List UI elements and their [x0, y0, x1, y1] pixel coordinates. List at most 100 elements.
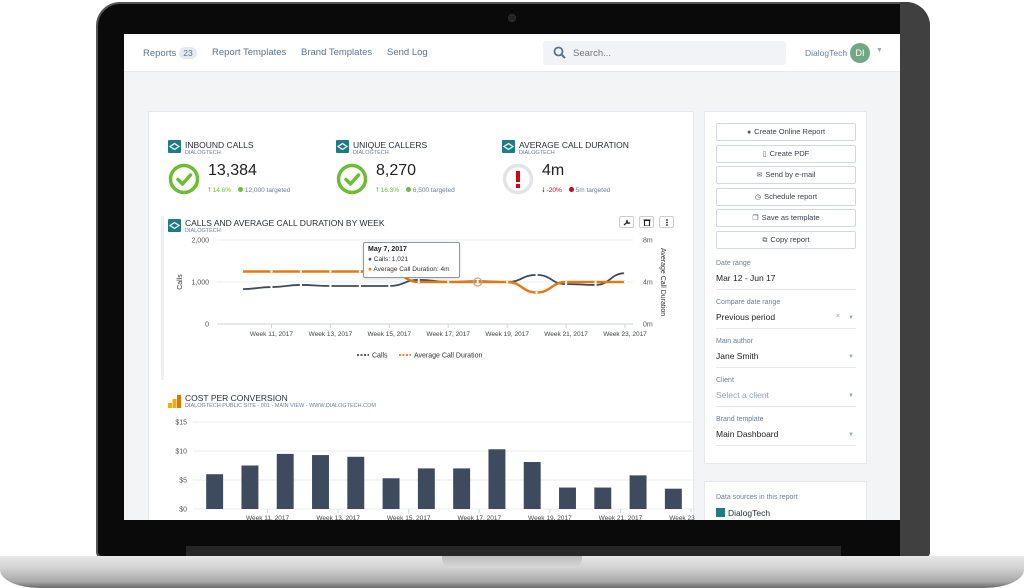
bar[interactable] [559, 487, 576, 509]
search-input[interactable] [573, 45, 773, 61]
data-point[interactable] [594, 280, 597, 284]
report-sidebar: ● Create Online Report ▯ Create PDF ✉ Send by… [704, 111, 867, 464]
bar[interactable] [523, 462, 541, 509]
field-value: Mar 12 - Jun 17 [716, 273, 776, 283]
bar[interactable] [241, 465, 259, 510]
data-point[interactable] [388, 284, 391, 288]
delete-button[interactable] [639, 216, 654, 228]
data-point[interactable] [358, 270, 362, 273]
button-label: Create Online Report [754, 127, 826, 136]
bar[interactable] [664, 488, 682, 509]
avatar[interactable]: DI [850, 43, 870, 63]
date-range-select[interactable]: Date range Mar 12 - Jun 17 [716, 260, 856, 290]
bar-chart: $0 $5 $10 $15 Week 11, 2017 Week 13, 2017 Week… [175, 420, 695, 520]
nav-reports[interactable]: Reports 23 [143, 47, 197, 59]
search-box [543, 41, 786, 65]
chevron-down-icon[interactable]: ▼ [876, 47, 883, 54]
bar[interactable] [276, 453, 294, 509]
schedule-report-button[interactable]: ◷ Schedule report [716, 187, 856, 206]
legend-label-calls[interactable]: Calls [372, 353, 388, 360]
legend-label-duration[interactable]: Average Call Duration [414, 353, 482, 360]
data-point[interactable] [329, 270, 332, 273]
kpi-title: AVERAGE CALL DURATION [519, 140, 629, 150]
bar[interactable] [206, 474, 224, 509]
data-point[interactable] [447, 280, 450, 284]
globe-icon: ● [746, 129, 752, 136]
main-author-select[interactable]: Main author Jane Smith ▼ [716, 338, 856, 368]
bar[interactable] [417, 468, 435, 509]
chevron-down-icon[interactable]: ▼ [848, 393, 854, 399]
data-point[interactable] [417, 278, 420, 282]
data-point[interactable] [535, 291, 538, 294]
data-point[interactable] [270, 285, 273, 289]
data-point[interactable] [358, 284, 362, 288]
kpi-target: 5m targeted [575, 187, 611, 194]
save-as-template-button[interactable]: ❐ Save as template [716, 209, 856, 227]
y-tick-label: 0 [205, 322, 209, 329]
kpi-delta-value: 14.6% [212, 187, 232, 194]
compare-date-range-select[interactable]: Compare date range Previous period × ▼ [716, 299, 856, 329]
user-name[interactable]: DialogTech [805, 48, 847, 58]
settings-button[interactable] [619, 216, 634, 228]
create-pdf-button[interactable]: ▯ Create PDF [716, 144, 856, 163]
chevron-down-icon[interactable]: ▼ [848, 432, 854, 438]
dialogtech-logo-icon [336, 140, 349, 153]
kpi-source: DIALOGTECH [353, 150, 389, 156]
data-point[interactable] [270, 270, 273, 273]
data-point[interactable] [240, 270, 244, 273]
brand-template-select[interactable]: Brand template Main Dashboard ▼ [716, 416, 856, 446]
clear-icon[interactable]: × [836, 313, 840, 320]
data-point[interactable] [564, 282, 568, 286]
more-vertical-icon [666, 219, 668, 226]
kpi-title: INBOUND CALLS [185, 140, 254, 150]
data-point[interactable] [535, 273, 538, 277]
tooltip-calls: ● Calls: 1,021 [368, 256, 409, 263]
more-options-button[interactable] [659, 216, 674, 228]
x-tick-label: Week 11, 2017 [246, 515, 290, 520]
nav-brand-templates[interactable]: Brand Templates [301, 47, 372, 58]
nav-report-templates[interactable]: Report Templates [212, 47, 286, 58]
chevron-down-icon[interactable]: ▼ [848, 354, 854, 360]
kpi-target: 12,000 targeted [244, 187, 291, 194]
kpi-delta-value: -20% [546, 187, 562, 194]
bar[interactable] [382, 478, 400, 509]
copy-report-button[interactable]: ⧉ Copy report [716, 230, 856, 249]
send-by-e-mail-button[interactable]: ✉ Send by e-mail [716, 166, 856, 184]
trash-icon [643, 219, 651, 226]
bar[interactable] [312, 455, 329, 509]
field-value: Previous period [716, 312, 776, 322]
laptop-frame: Reports 23 Report Templates Brand Templat… [0, 0, 1024, 588]
chevron-down-icon[interactable]: ▼ [848, 315, 854, 321]
data-source-item[interactable]: DialogTech [716, 508, 770, 518]
data-point[interactable] [329, 284, 332, 288]
field-value: Jane Smith [716, 351, 759, 361]
data-point[interactable] [299, 283, 303, 287]
kpi-source: DIALOGTECH [519, 150, 555, 156]
wrench-icon [623, 219, 631, 226]
data-point[interactable] [505, 280, 509, 284]
data-point[interactable] [299, 270, 303, 273]
client-select[interactable]: Client Select a client ▼ [716, 377, 856, 407]
bar[interactable] [629, 475, 647, 509]
create-online-report-button[interactable]: ● Create Online Report [716, 123, 856, 141]
data-point[interactable] [417, 280, 420, 284]
data-point[interactable] [564, 280, 568, 284]
nav-send-log[interactable]: Send Log [387, 47, 428, 58]
y-tick-label: $0 [179, 507, 187, 514]
bar[interactable] [347, 456, 365, 509]
bar[interactable] [488, 449, 506, 509]
y2-tick-label: 0m [643, 322, 653, 329]
data-point[interactable] [594, 283, 597, 287]
data-point[interactable] [623, 271, 627, 275]
bar[interactable] [453, 468, 471, 509]
bar[interactable] [594, 487, 612, 509]
dialogtech-logo-icon [168, 219, 181, 232]
data-point[interactable] [623, 280, 627, 284]
x-tick-label: Week 17, 2017 [457, 515, 501, 520]
kpi-source: DIALOGTECH [185, 150, 221, 156]
data-sources-label: Data sources in this report [716, 494, 798, 501]
data-point[interactable] [476, 280, 479, 284]
envelope-icon: ✉ [756, 172, 763, 179]
field-value: Main Dashboard [716, 429, 779, 439]
data-point[interactable] [240, 287, 244, 291]
